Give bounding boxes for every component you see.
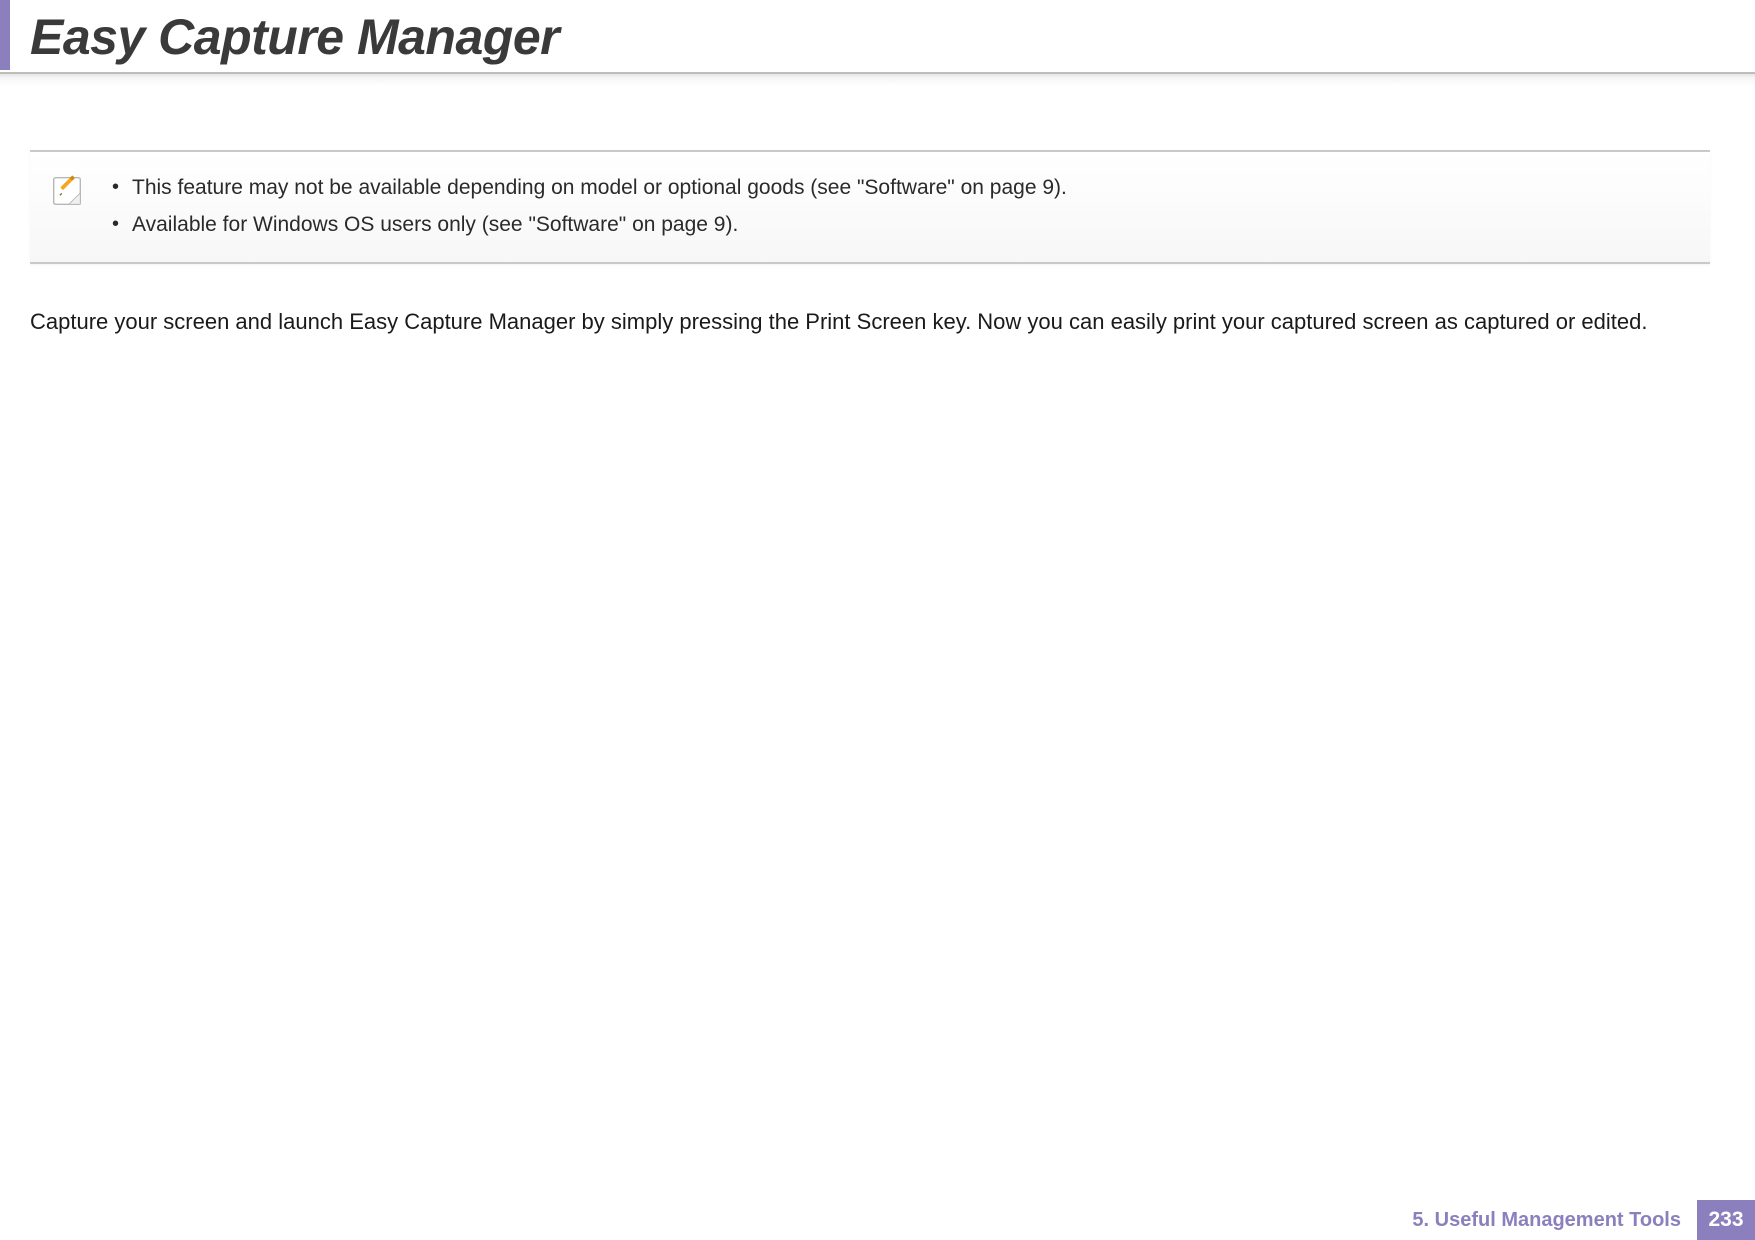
- footer-page-number: 233: [1697, 1200, 1755, 1240]
- note-content: This feature may not be available depend…: [104, 170, 1686, 244]
- title-divider: [0, 72, 1755, 86]
- body-paragraph: Capture your screen and launch Easy Capt…: [30, 305, 1730, 338]
- header-accent-bar: [0, 0, 10, 70]
- page-footer: 5. Useful Management Tools 233: [1412, 1200, 1755, 1240]
- note-box: This feature may not be available depend…: [30, 150, 1710, 264]
- footer-chapter-label: 5. Useful Management Tools: [1412, 1200, 1697, 1240]
- note-bullet: This feature may not be available depend…: [104, 170, 1686, 207]
- note-icon: [48, 172, 86, 210]
- note-bullet: Available for Windows OS users only (see…: [104, 207, 1686, 244]
- page-title: Easy Capture Manager: [30, 8, 559, 66]
